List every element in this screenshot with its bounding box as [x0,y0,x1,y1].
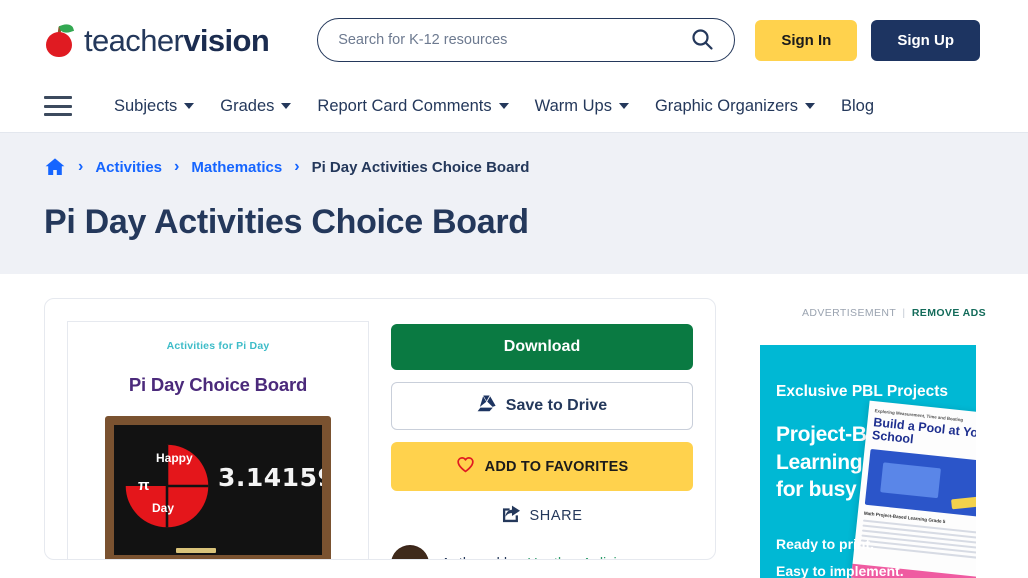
nav-label: Report Card Comments [317,96,492,115]
chalk-tray [176,548,217,553]
ad-eyebrow: Exclusive PBL Projects [776,383,949,400]
nav-item-grades[interactable]: Grades [220,96,292,116]
preview-title: Pi Day Choice Board [128,374,308,395]
breadcrumb-item-current: Pi Day Activities Choice Board [311,158,530,176]
preview-image: Happy π Day 3.14159 [82,416,354,559]
chalk-digits: 3.14159 [218,463,322,492]
author-row: Authored by: Heather Aulisio [391,545,693,559]
chalk-label-day: Day [152,501,175,515]
breadcrumb-separator: › [174,158,180,175]
apple-icon [44,22,75,57]
author-prefix: Authored by: [441,556,523,559]
preview-eyebrow: Activities for Pi Day [166,340,270,352]
nav-item-blog[interactable]: Blog [841,97,874,116]
nav-item-warm-ups[interactable]: Warm Ups [535,97,629,116]
resource-preview[interactable]: Activities for Pi Day Pi Day Choice Boar… [67,321,369,559]
search-input[interactable] [338,32,689,48]
nav-label: Grades [220,96,275,115]
nav-item-report-card-comments[interactable]: Report Card Comments [317,96,509,116]
remove-ads-link[interactable]: REMOVE ADS [912,307,986,319]
site-logo[interactable]: teachervision [44,22,270,58]
download-button[interactable]: Download [391,324,693,370]
search-box[interactable] [317,18,736,62]
breadcrumb-separator: › [78,158,84,175]
chevron-down-icon [281,103,292,109]
resource-card: Activities for Pi Day Pi Day Choice Boar… [44,298,716,560]
chevron-down-icon [618,103,629,109]
share-icon [502,505,521,527]
chalkboard-surface: Happy π Day 3.14159 [114,425,322,555]
google-drive-icon [477,395,496,417]
chalk-label-happy: Happy [156,451,193,465]
page-header-band: › Activities › Mathematics › Pi Day Acti… [0,133,1028,274]
save-to-drive-button[interactable]: Save to Drive [391,382,693,430]
site-header: teachervision Sign In Sign Up [0,0,1028,80]
nav-label: Graphic Organizers [654,96,799,115]
hamburger-menu-icon[interactable] [44,96,72,116]
resource-actions: Download Save to Drive ADD TO FAVORITES … [391,321,693,559]
advertisement-label: ADVERTISEMENT | REMOVE ADS [760,298,1028,319]
favorites-label: ADD TO FAVORITES [484,458,629,475]
ad-rail: ADVERTISEMENT | REMOVE ADS Exclusive PBL… [760,298,1028,578]
sign-in-button[interactable]: Sign In [755,19,858,61]
nav-label: Subjects [114,96,178,115]
nav-item-subjects[interactable]: Subjects [114,96,195,116]
chalk-label-pi: π [138,477,150,494]
chevron-down-icon [184,103,195,109]
breadcrumb-item-activities[interactable]: Activities [95,159,162,176]
home-icon[interactable] [44,157,66,177]
breadcrumb-separator: › [294,158,300,175]
author-text: Authored by: Heather Aulisio [441,556,625,559]
chevron-down-icon [805,103,816,109]
share-label: SHARE [529,508,583,524]
ad-benefit-2: Easy to implement. [776,562,904,578]
main-navigation: Subjects Grades Report Card Comments War… [0,80,1028,133]
advertisement-banner[interactable]: Exclusive PBL Projects Project-Based Lear… [760,345,976,578]
logo-text-vision: vision [183,22,270,58]
heart-outline-icon [456,456,475,477]
search-icon [690,27,714,54]
main-content: Activities for Pi Day Pi Day Choice Boar… [0,274,1028,578]
breadcrumb: › Activities › Mathematics › Pi Day Acti… [44,155,984,179]
search-button[interactable] [688,27,716,54]
logo-text-teacher: teacher [84,22,184,58]
ad-benefit-1: Ready to print. [776,536,875,552]
logo-wordmark: teachervision [84,22,270,58]
nav-label: Blog [841,96,875,115]
avatar [391,545,429,559]
advertisement-text: ADVERTISEMENT [801,307,897,319]
sign-up-button[interactable]: Sign Up [871,19,980,61]
ad-benefits: Ready to print. Easy to implement. [776,531,904,578]
add-to-favorites-button[interactable]: ADD TO FAVORITES [391,442,693,491]
nav-label: Warm Ups [534,96,612,115]
breadcrumb-item-mathematics[interactable]: Mathematics [191,159,282,176]
ad-art-image [864,448,976,517]
chalkboard-frame: Happy π Day 3.14159 [105,416,331,559]
page-title: Pi Day Activities Choice Board [44,203,529,241]
author-name-link[interactable]: Heather Aulisio [527,556,625,559]
save-to-drive-label: Save to Drive [505,397,608,414]
chevron-down-icon [498,103,509,109]
header-actions: Sign In Sign Up [755,19,980,61]
share-button[interactable]: SHARE [391,505,693,527]
ad-separator: | [902,307,906,319]
nav-item-graphic-organizers[interactable]: Graphic Organizers [654,96,816,116]
